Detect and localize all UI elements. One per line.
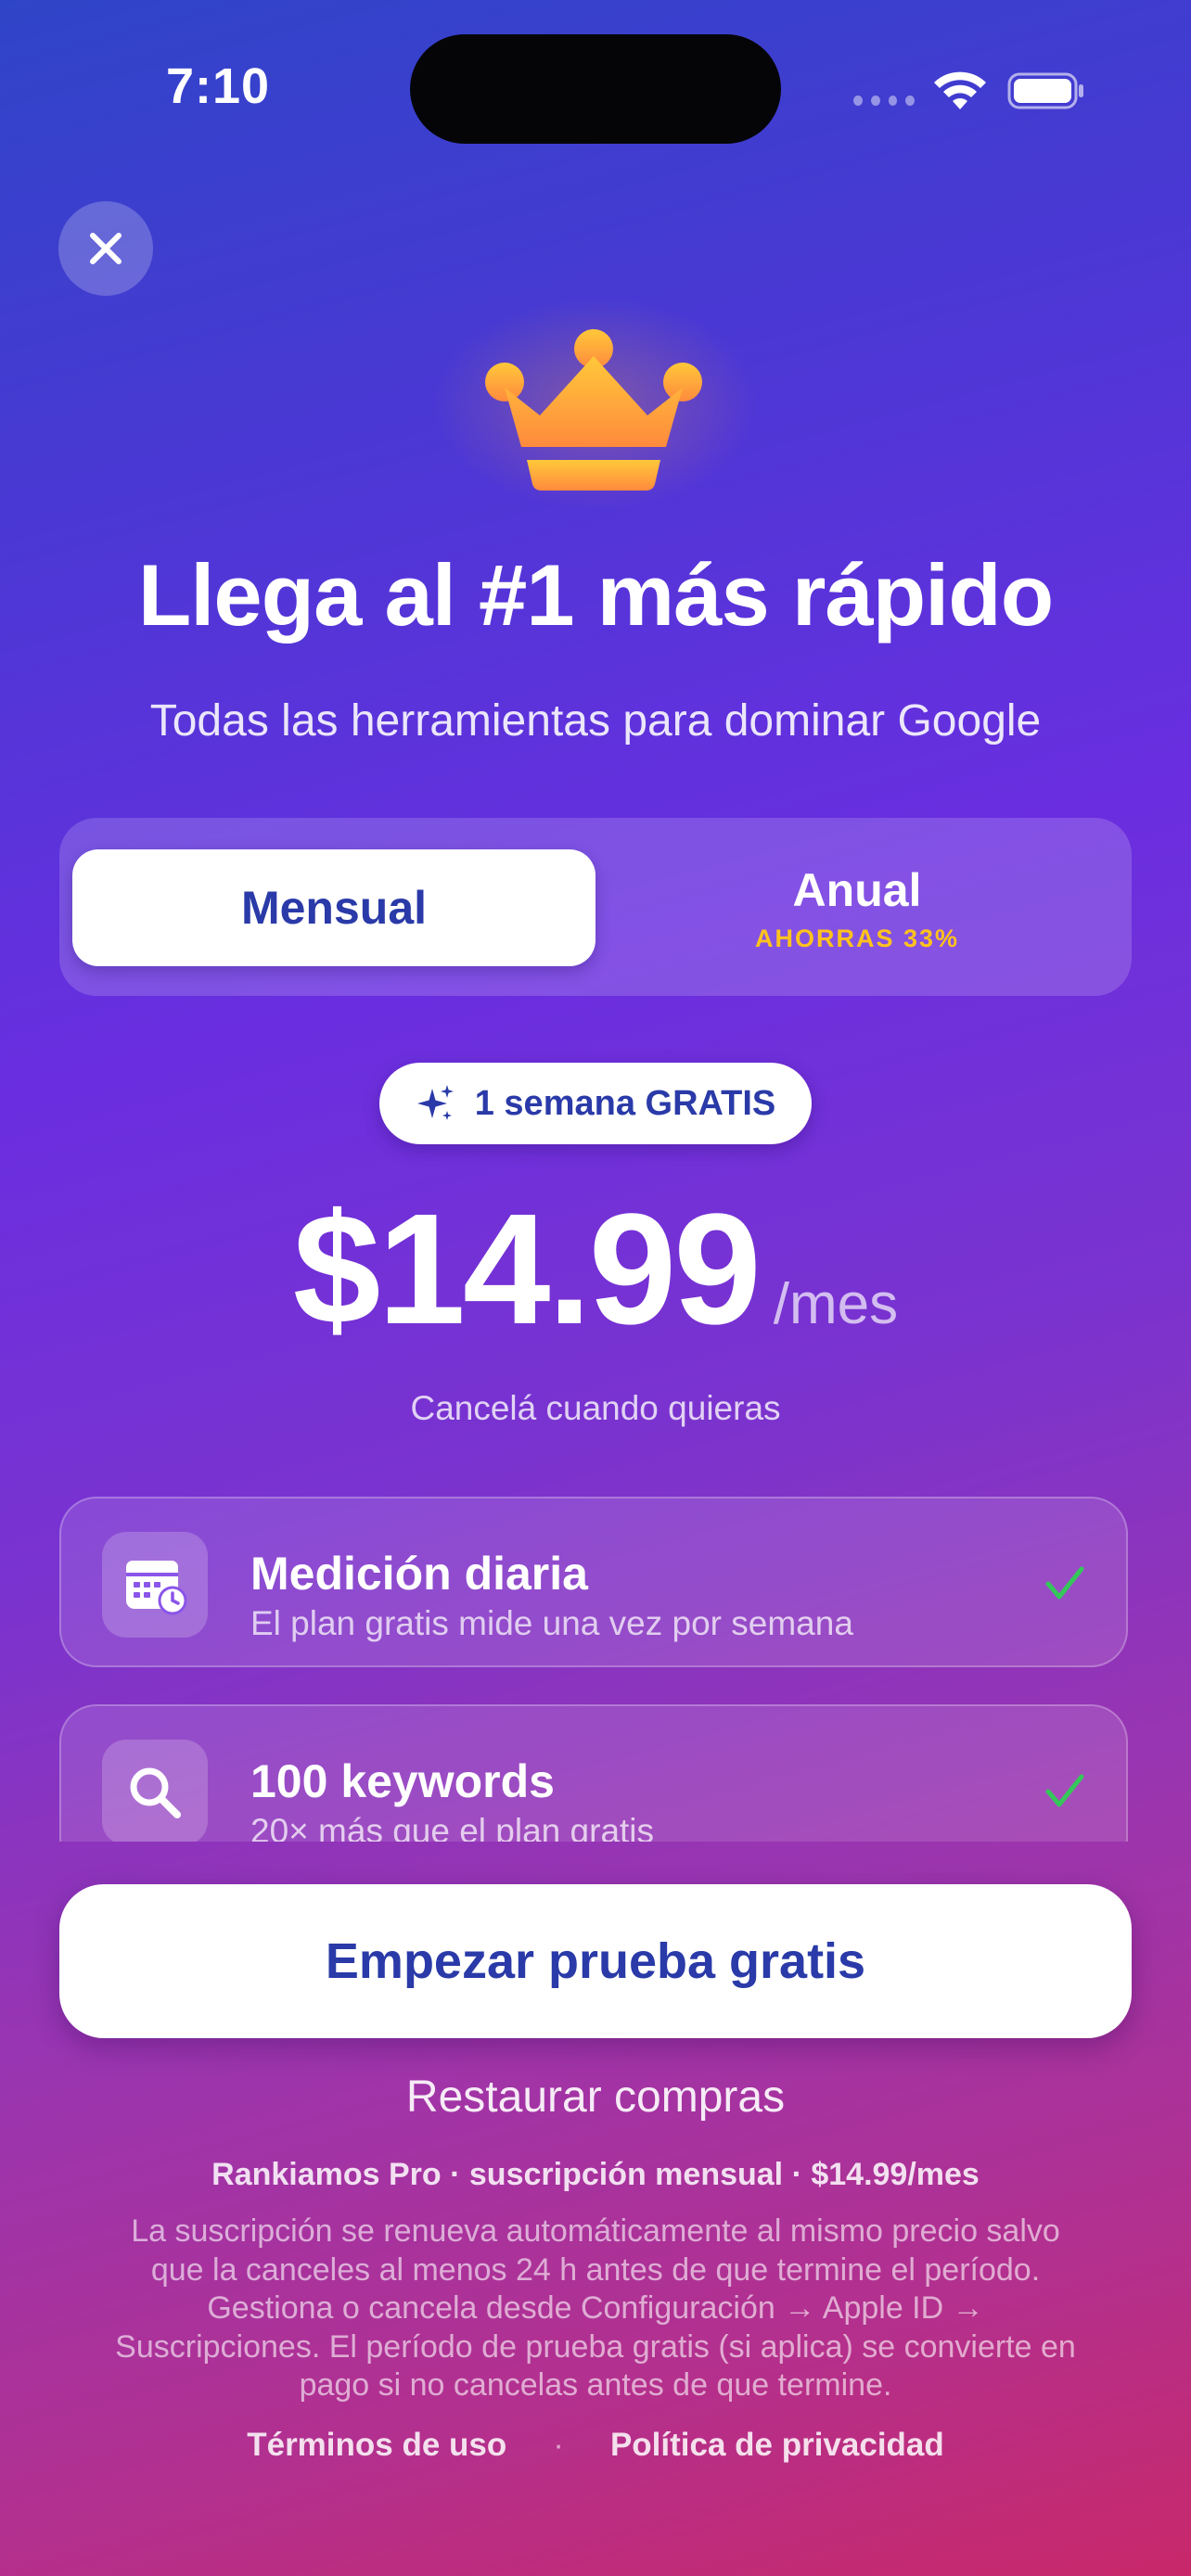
feature-list: Medición diaria El plan gratis mide una …	[0, 1484, 1191, 1842]
plan-summary: Rankiamos Pro · suscripción mensual · $1…	[211, 2157, 980, 2192]
page-subtitle: Todas las herramientas para dominar Goog…	[149, 696, 1042, 746]
savings-badge: AHORRAS 33%	[754, 924, 960, 952]
plan-option-monthly[interactable]: Mensual	[72, 849, 596, 966]
search-icon	[130, 1767, 181, 1818]
price-period: /mes	[773, 1272, 899, 1336]
close-icon	[90, 233, 122, 264]
link-separator: ·	[553, 2427, 564, 2463]
cellular-signal-icon	[853, 96, 915, 107]
terms-link[interactable]: Términos de uso	[247, 2427, 506, 2464]
checkmark-icon	[1045, 1566, 1084, 1600]
feature-description: El plan gratis mide una vez por semana	[250, 1604, 853, 1642]
feature-card-keywords: 100 keywords 20× más que el plan gratis	[59, 1704, 1128, 1842]
restore-purchases-link[interactable]: Restaurar compras	[0, 2072, 1191, 2123]
sparkles-icon	[416, 1085, 454, 1120]
plan-option-annual-label: Anual	[792, 863, 922, 916]
crown-icon	[485, 329, 702, 491]
trial-badge: 1 semana GRATIS	[379, 1063, 812, 1144]
feature-description: 20× más que el plan gratis	[250, 1812, 655, 1842]
wifi-icon	[934, 71, 986, 109]
legal-text: La suscripción se renueva automáticament…	[115, 2213, 1076, 2403]
page-title: Llega al #1 más rápido	[137, 546, 1054, 644]
battery-icon	[1007, 72, 1083, 109]
privacy-link[interactable]: Política de privacidad	[610, 2427, 944, 2464]
close-button[interactable]	[58, 201, 153, 296]
plan-option-annual[interactable]: Anual AHORRAS 33%	[596, 849, 1119, 966]
footer-links: Términos de uso · Política de privacidad	[0, 2427, 1191, 2464]
trial-badge-label: 1 semana GRATIS	[474, 1083, 776, 1123]
feature-title: 100 keywords	[250, 1755, 555, 1807]
cancel-note: Cancelá cuando quieras	[410, 1389, 781, 1427]
price-value: $14.99	[292, 1181, 762, 1358]
checkmark-icon	[1045, 1774, 1084, 1807]
dynamic-island	[410, 34, 781, 144]
status-time: 7:10	[165, 58, 271, 114]
price-row: $14.99 /mes	[0, 1187, 1191, 1353]
calendar-clock-icon	[126, 1561, 187, 1615]
start-trial-button[interactable]: Empezar prueba gratis	[59, 1884, 1132, 2038]
feature-card-daily: Medición diaria El plan gratis mide una …	[59, 1497, 1128, 1667]
feature-title: Medición diaria	[250, 1548, 588, 1600]
